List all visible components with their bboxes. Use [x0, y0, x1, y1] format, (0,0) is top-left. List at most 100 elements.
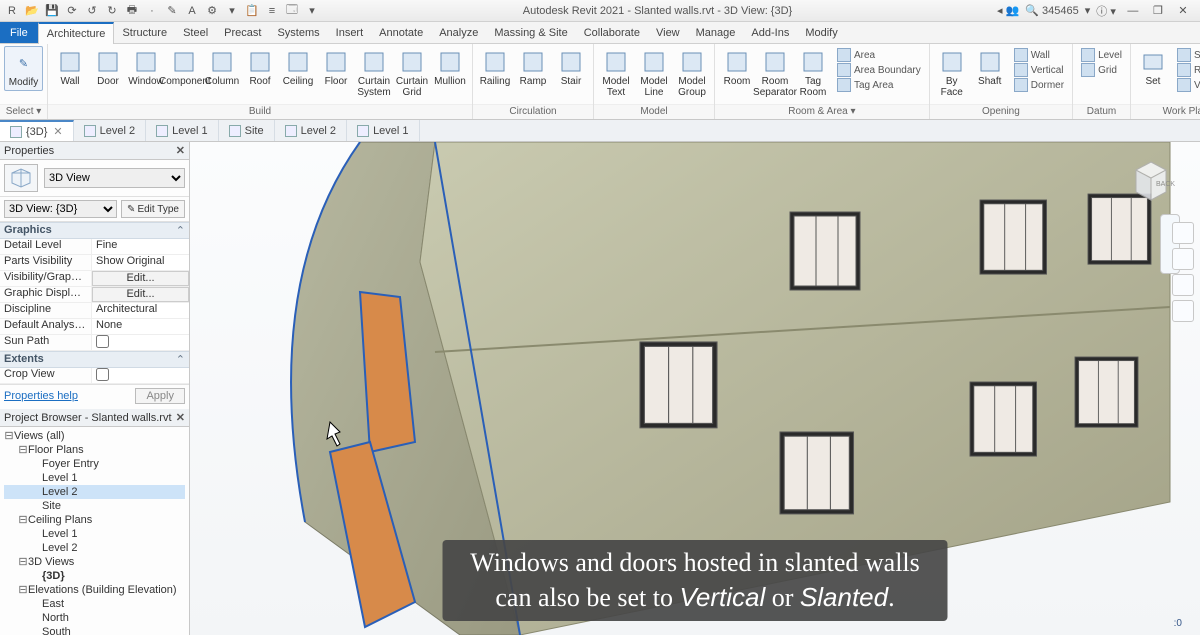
tree-node[interactable]: ⊟Floor Plans — [4, 443, 185, 457]
tree-node[interactable]: ⊟Ceiling Plans — [4, 513, 185, 527]
user-name[interactable]: 🔍 345465 — [1025, 4, 1078, 17]
circ-ramp-tool[interactable]: Ramp — [515, 46, 551, 89]
tree-node[interactable]: Level 1 — [4, 527, 185, 541]
qat-button-2[interactable]: 💾 — [44, 3, 60, 19]
nav-orbit-icon[interactable] — [1172, 248, 1194, 270]
tree-node[interactable]: Site — [4, 499, 185, 513]
qat-button-5[interactable]: ↻ — [104, 3, 120, 19]
room-area-tool[interactable]: Area — [837, 48, 921, 62]
menu-tab-view[interactable]: View — [648, 22, 688, 43]
view-tab-1[interactable]: Level 2 — [74, 120, 146, 141]
nav-home-icon[interactable] — [1172, 222, 1194, 244]
tree-node[interactable]: {3D} — [4, 569, 185, 583]
model-model-text-tool[interactable]: Model Text — [598, 46, 634, 100]
room-area-boundary-tool[interactable]: Area Boundary — [837, 63, 921, 77]
edit-type-button[interactable]: ✎ Edit Type — [121, 200, 185, 218]
apply-button[interactable]: Apply — [135, 388, 185, 404]
opening-vertical-tool[interactable]: Vertical — [1014, 63, 1064, 77]
build-component-tool[interactable]: Component — [166, 46, 202, 89]
file-menu[interactable]: File — [0, 22, 38, 43]
view-tab-4[interactable]: Level 2 — [275, 120, 347, 141]
menu-tab-precast[interactable]: Precast — [216, 22, 269, 43]
tree-node[interactable]: East — [4, 597, 185, 611]
instance-dropdown[interactable]: 3D View: {3D} — [4, 200, 117, 218]
tree-node[interactable]: ⊟Views (all) — [4, 429, 185, 443]
room-room-tool[interactable]: Room — [719, 46, 755, 89]
qat-button-7[interactable]: · — [144, 3, 160, 19]
opening-by-face-tool[interactable]: By Face — [934, 46, 970, 100]
build-curtain-system-tool[interactable]: Curtain System — [356, 46, 392, 100]
properties-type-selector[interactable]: 3D View — [0, 160, 189, 197]
properties-close-icon[interactable]: ✕ — [176, 144, 185, 157]
opening-shaft-tool[interactable]: Shaft — [972, 46, 1008, 89]
qat-button-4[interactable]: ↺ — [84, 3, 100, 19]
extents-section[interactable]: Extents⌃ — [0, 351, 189, 368]
menu-tab-add-ins[interactable]: Add-Ins — [743, 22, 797, 43]
room-tag-area-tool[interactable]: Tag Area — [837, 78, 921, 92]
view-tab-close-icon[interactable]: ✕ — [53, 125, 62, 138]
menu-tab-systems[interactable]: Systems — [269, 22, 327, 43]
modify-tool[interactable]: ✎Modify — [4, 46, 43, 91]
prop-row-sun-path[interactable]: Sun Path — [0, 335, 189, 351]
workplane-show-tool[interactable]: Show — [1177, 48, 1200, 62]
qat-button-14[interactable]: 🗔 — [284, 3, 300, 19]
tree-node[interactable]: South — [4, 625, 185, 635]
type-dropdown[interactable]: 3D View — [44, 168, 185, 188]
qat-button-1[interactable]: 📂 — [24, 3, 40, 19]
view-tab-2[interactable]: Level 1 — [146, 120, 218, 141]
view-tab-3[interactable]: Site — [219, 120, 275, 141]
model-model-line-tool[interactable]: Model Line — [636, 46, 672, 100]
build-door-tool[interactable]: Door — [90, 46, 126, 89]
menu-tab-structure[interactable]: Structure — [114, 22, 175, 43]
build-ceiling-tool[interactable]: Ceiling — [280, 46, 316, 89]
qat-button-11[interactable]: ▾ — [224, 3, 240, 19]
menu-tab-collaborate[interactable]: Collaborate — [576, 22, 648, 43]
qat-button-6[interactable]: 🖶 — [124, 3, 140, 19]
prop-row-crop-view[interactable]: Crop View — [0, 368, 189, 384]
qat-button-15[interactable]: ▾ — [304, 3, 320, 19]
3d-viewport[interactable]: BACK Windows and doors hosted in slanted… — [190, 142, 1200, 635]
build-wall-tool[interactable]: Wall — [52, 46, 88, 89]
view-tab-5[interactable]: Level 1 — [347, 120, 419, 141]
view-tab-0[interactable]: {3D}✕ — [0, 120, 74, 141]
viewcube[interactable]: BACK — [1126, 156, 1176, 206]
prop-row-parts-visibility[interactable]: Parts VisibilityShow Original — [0, 255, 189, 271]
tree-node[interactable]: North — [4, 611, 185, 625]
nav-zoom-icon[interactable] — [1172, 300, 1194, 322]
qat-button-0[interactable]: R — [4, 3, 20, 19]
prop-row-visibility-graphi-[interactable]: Visibility/Graphi...Edit... — [0, 271, 189, 287]
workplane-viewer-tool[interactable]: Viewer — [1177, 78, 1200, 92]
help-icon[interactable]: ⓘ ▾ — [1096, 3, 1116, 19]
workplane-set-tool[interactable]: Set — [1135, 46, 1171, 89]
workplane-ref-plane-tool[interactable]: Ref Plane — [1177, 63, 1200, 77]
tree-node[interactable]: ⊟3D Views — [4, 555, 185, 569]
circ-stair-tool[interactable]: Stair — [553, 46, 589, 89]
prop-row-graphic-display-[interactable]: Graphic Display ...Edit... — [0, 287, 189, 303]
window-min-button[interactable]: — — [1122, 5, 1144, 17]
menu-tab-architecture[interactable]: Architecture — [38, 22, 115, 44]
tree-node[interactable]: Foyer Entry — [4, 457, 185, 471]
nav-pan-icon[interactable] — [1172, 274, 1194, 296]
qat-button-13[interactable]: ≡ — [264, 3, 280, 19]
qat-button-10[interactable]: ⚙ — [204, 3, 220, 19]
qat-button-9[interactable]: A — [184, 3, 200, 19]
qat-button-12[interactable]: 📋 — [244, 3, 260, 19]
menu-tab-manage[interactable]: Manage — [688, 22, 744, 43]
menu-tab-insert[interactable]: Insert — [328, 22, 372, 43]
datum-grid-tool[interactable]: Grid — [1081, 63, 1122, 77]
datum-level-tool[interactable]: Level — [1081, 48, 1122, 62]
browser-close-icon[interactable]: ✕ — [176, 411, 185, 424]
menu-tab-steel[interactable]: Steel — [175, 22, 216, 43]
menu-tab-analyze[interactable]: Analyze — [431, 22, 486, 43]
room-room-separator-tool[interactable]: Room Separator — [757, 46, 793, 100]
properties-help-link[interactable]: Properties help — [4, 390, 78, 402]
tree-node[interactable]: Level 2 — [4, 541, 185, 555]
window-restore-button[interactable]: ❐ — [1147, 4, 1169, 17]
build-column-tool[interactable]: Column — [204, 46, 240, 89]
opening-wall-tool[interactable]: Wall — [1014, 48, 1064, 62]
menu-tab-modify[interactable]: Modify — [797, 22, 845, 43]
tree-node[interactable]: ⊟Elevations (Building Elevation) — [4, 583, 185, 597]
window-close-button[interactable]: ✕ — [1172, 4, 1194, 17]
build-roof-tool[interactable]: Roof — [242, 46, 278, 89]
tree-node[interactable]: Level 1 — [4, 471, 185, 485]
